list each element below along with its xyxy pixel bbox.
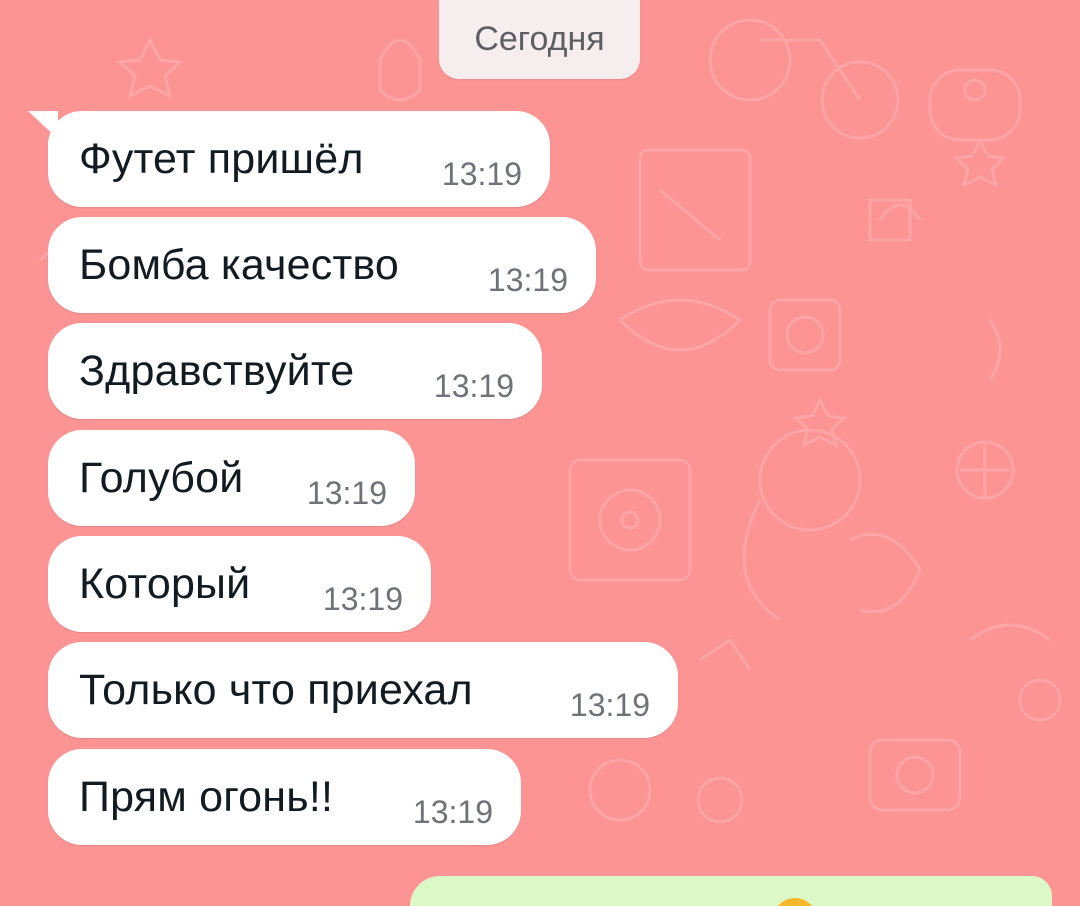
incoming-message[interactable]: Который 13:19: [48, 536, 431, 632]
date-separator: Сегодня: [439, 0, 640, 79]
incoming-message[interactable]: Бомба качество 13:19: [48, 217, 596, 313]
message-time: 13:19: [487, 262, 568, 298]
incoming-message[interactable]: Футет пришёл 13:19: [48, 111, 550, 207]
message-time: 13:19: [412, 794, 493, 830]
message-time: 13:19: [569, 687, 650, 723]
date-separator-label: Сегодня: [474, 20, 605, 58]
message-text: Здравствуйте: [79, 347, 355, 395]
incoming-message[interactable]: Только что приехал 13:19: [48, 642, 678, 738]
message-time: 13:19: [306, 475, 387, 511]
incoming-message[interactable]: Голубой 13:19: [48, 430, 415, 526]
message-time: 13:19: [322, 581, 403, 617]
message-text: Только что приехал: [79, 666, 473, 714]
message-text: Прям огонь!!: [79, 773, 334, 821]
message-text: Футет пришёл: [79, 135, 364, 183]
incoming-message[interactable]: Здравствуйте 13:19: [48, 323, 542, 419]
message-text: Который: [79, 560, 251, 608]
outgoing-message-partial[interactable]: [410, 876, 1052, 906]
incoming-message[interactable]: Прям огонь!! 13:19: [48, 749, 521, 845]
message-time: 13:19: [441, 156, 522, 192]
message-time: 13:19: [433, 368, 514, 404]
message-text: Бомба качество: [79, 241, 400, 289]
message-text: Голубой: [79, 454, 244, 502]
